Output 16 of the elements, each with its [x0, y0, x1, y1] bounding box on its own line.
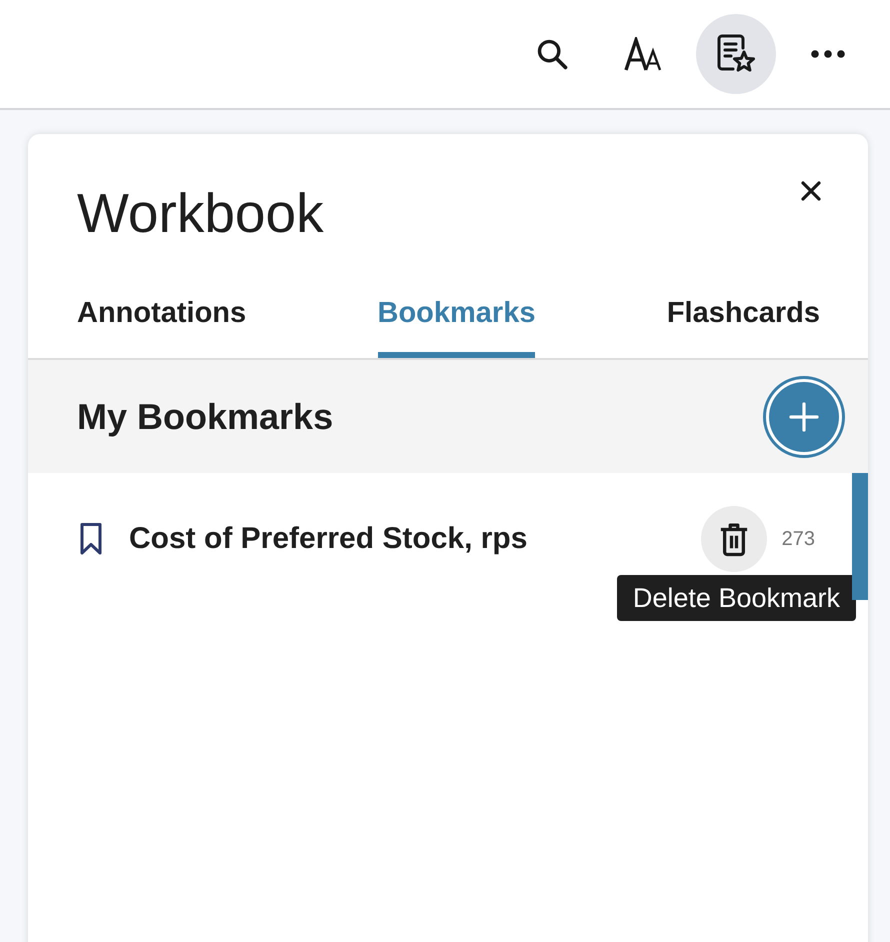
search-icon: [535, 37, 569, 71]
tab[interactable]: Annotations: [77, 272, 246, 358]
panel-title: Workbook: [77, 181, 324, 246]
trash-icon: [718, 522, 749, 556]
page-number: 273: [782, 528, 815, 550]
bookmark-title[interactable]: Cost of Preferred Stock, rps: [129, 521, 701, 557]
scrollbar-thumb[interactable]: [852, 473, 868, 600]
bookmark-icon: [79, 522, 103, 556]
more-icon: [811, 50, 845, 58]
document-star-icon: [716, 34, 756, 74]
close-icon: [801, 181, 821, 201]
tab[interactable]: Flashcards: [666, 272, 820, 358]
tooltip: Delete Bookmark: [616, 575, 856, 621]
section-title: My Bookmarks: [77, 396, 334, 438]
font-size-icon: [624, 36, 664, 72]
plus-icon: [789, 402, 819, 432]
